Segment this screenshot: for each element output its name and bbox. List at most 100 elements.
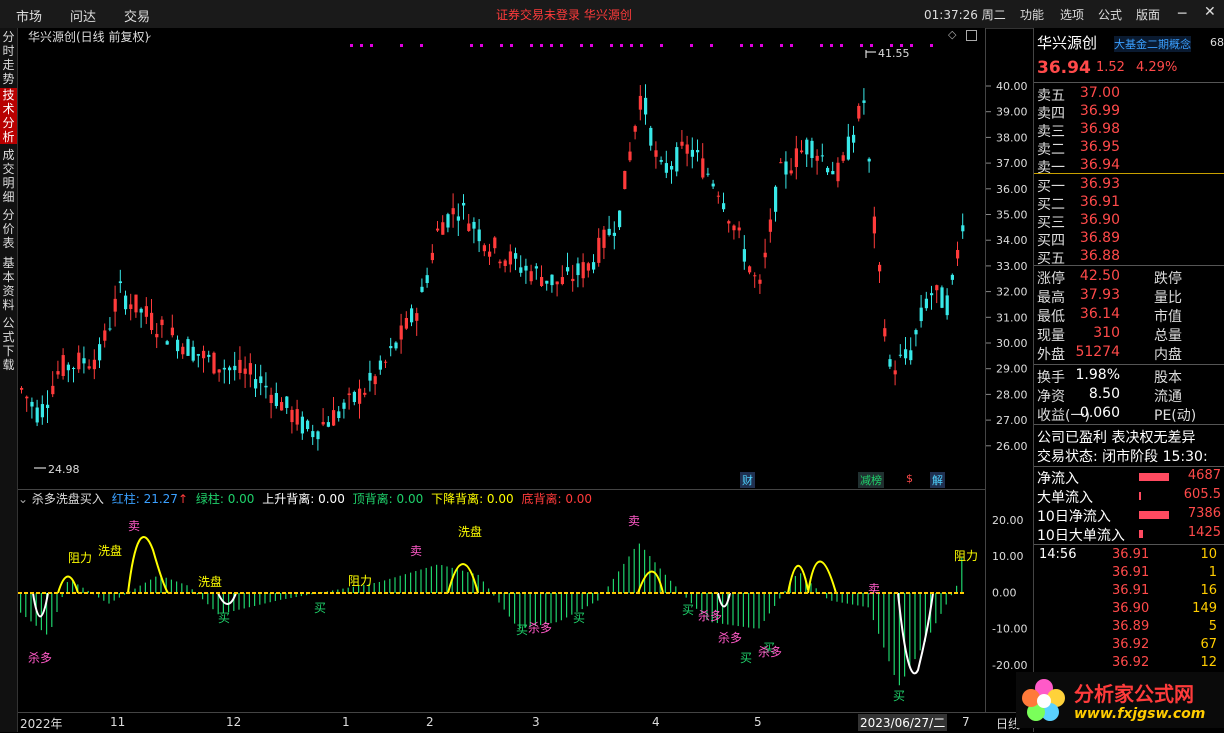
menu-layout[interactable]: 版面 (1136, 6, 1160, 23)
concept-tag[interactable]: 大基金二期概念 (1114, 36, 1191, 52)
chart-title[interactable]: 华兴源创(日线 前复权) (28, 28, 149, 45)
flow-bar (1139, 530, 1143, 538)
flow-row: 10日净流入7386 (1034, 506, 1224, 525)
maximize-icon[interactable] (966, 30, 977, 41)
candlestick-chart[interactable]: 41.55 24.98 华兴源创(日线 前复权) ⌄ ◇ 财 减榜 $ 解 (18, 28, 985, 488)
bid-label: 买四 (1037, 230, 1065, 250)
tab-formula-download[interactable]: 公式下载 (0, 316, 17, 372)
tab-basic-info[interactable]: 基本资料 (0, 256, 17, 312)
event-badge-finance[interactable]: 财 (740, 472, 755, 488)
menu-options[interactable]: 选项 (1060, 6, 1084, 23)
tab-technical[interactable]: 技术分析 (0, 88, 17, 144)
stat2-sub-label: 股本 (1154, 367, 1182, 387)
menu-trade[interactable]: 交易 (124, 6, 150, 25)
menu-market[interactable]: 市场 (16, 6, 42, 25)
date-label-year: 2022年 (20, 715, 63, 732)
legend-top-divergence: 顶背离: 0.00 (353, 492, 424, 506)
logo-name: 分析家公式网 (1074, 678, 1194, 707)
login-notice[interactable]: 证券交易未登录 华兴源创 (496, 6, 632, 23)
signal-label-buy: 买 (893, 689, 905, 703)
flow-label: 10日大单流入 (1037, 525, 1125, 545)
chevron-down-icon[interactable]: ⌄ (18, 492, 28, 506)
signal-label-kill: 杀多 (698, 608, 722, 623)
close-icon[interactable]: ✕ (1204, 4, 1216, 20)
company-note: 公司已盈利 表决权无差异 (1037, 427, 1195, 447)
signal-label-buy: 买 (314, 601, 326, 615)
stat-row[interactable]: 最高37.93量比 (1034, 287, 1224, 306)
diamond-icon[interactable]: ◇ (948, 28, 956, 41)
price-tick: 38.00 (996, 131, 1028, 144)
tick-row: 36.9212 (1034, 655, 1224, 673)
date-label-2: 2 (426, 715, 434, 729)
bid-row[interactable]: 买四36.89 (1034, 230, 1224, 249)
stat2-row[interactable]: 换手1.98%股本 (1034, 367, 1224, 386)
ask-row[interactable]: 卖四36.99 (1034, 103, 1224, 122)
clock: 01:37:26 周二 (924, 6, 1006, 23)
stat2-value: 1.98% (1076, 367, 1120, 383)
stat-sub-label: 市值 (1154, 306, 1182, 326)
signal-label-wash: 洗盘 (198, 574, 222, 589)
menu-function[interactable]: 功能 (1020, 6, 1044, 23)
signal-label-sell: 卖 (628, 514, 640, 528)
bid-price: 36.91 (1080, 194, 1120, 210)
stat-row[interactable]: 涨停42.50跌停 (1034, 268, 1224, 287)
stat-sub-label: 内盘 (1154, 344, 1182, 364)
bid-row[interactable]: 买二36.91 (1034, 194, 1224, 213)
event-badge-dividend[interactable]: $ (906, 472, 913, 485)
price-tick: 35.00 (996, 209, 1028, 222)
stat2-sub-label: 流通 (1154, 386, 1182, 406)
ask-label: 卖三 (1037, 121, 1065, 141)
event-badge-reduce[interactable]: 减榜 (858, 472, 884, 488)
legend-rise-divergence: 上升背离: 0.00 (262, 492, 345, 506)
indicator-chart[interactable]: 卖阻力阻力阻力洗盘洗盘洗盘卖卖卖买买买买买买买买杀多杀多杀多杀多杀多 ⌄ 杀多洗… (18, 489, 985, 712)
high-price-label: 41.55 (878, 47, 910, 60)
tab-intraday[interactable]: 分时走势 (0, 30, 17, 84)
signal-label-buy: 买 (516, 623, 528, 637)
flower-logo-icon (1018, 674, 1070, 726)
menu-formula[interactable]: 公式 (1098, 6, 1122, 23)
event-badge-unlock[interactable]: 解 (930, 472, 945, 488)
date-label-4: 4 (652, 715, 660, 729)
price-tick: 34.00 (996, 234, 1028, 247)
tick-price: 36.91 (1112, 583, 1149, 598)
date-label-7: 7 (962, 715, 970, 729)
stat-row[interactable]: 外盘51274内盘 (1034, 344, 1224, 363)
ask-label: 卖二 (1037, 139, 1065, 159)
ask-row[interactable]: 卖二36.95 (1034, 139, 1224, 158)
stat-row[interactable]: 现量310总量 (1034, 325, 1224, 344)
stat2-sub-label: PE(动) (1154, 405, 1196, 425)
signal-label-kill: 杀多 (758, 644, 782, 659)
stat2-label: 净资 (1037, 386, 1065, 406)
stat-sub-label: 量比 (1154, 287, 1182, 307)
stat-value: 51274 (1075, 344, 1120, 360)
ask-row[interactable]: 卖三36.98 (1034, 121, 1224, 140)
tab-price-table[interactable]: 分价表 (0, 208, 17, 252)
stat2-row[interactable]: 收益(一)0.060PE(动) (1034, 405, 1224, 424)
bid-price: 36.88 (1080, 248, 1120, 264)
stat-row[interactable]: 最低36.14市值 (1034, 306, 1224, 325)
date-cursor-label: 2023/06/27/二 (858, 714, 947, 731)
stock-name: 华兴源创 (1037, 32, 1097, 53)
stat2-row[interactable]: 净资 8.50 流通 (1034, 386, 1224, 405)
stat-label: 最低 (1037, 306, 1065, 326)
date-label-11: 11 (110, 715, 125, 729)
bid-row[interactable]: 买一36.93 (1034, 176, 1224, 195)
bid-price: 36.90 (1080, 212, 1120, 228)
indicator-svg[interactable]: 卖阻力阻力阻力洗盘洗盘洗盘卖卖卖买买买买买买买买杀多杀多杀多杀多杀多 (18, 490, 985, 712)
flow-label: 净流入 (1037, 468, 1079, 488)
stat2-value: 8.50 (1089, 386, 1120, 402)
chevron-down-icon[interactable]: ⌄ (144, 28, 153, 41)
candlestick-svg[interactable]: 41.55 24.98 (18, 28, 985, 488)
minimize-icon[interactable]: ─ (1178, 6, 1186, 22)
indicator-title[interactable]: 杀多洗盘买入 (32, 492, 104, 506)
signal-label-kill: 杀多 (28, 650, 52, 665)
flow-bar (1139, 473, 1169, 481)
tab-trade-detail[interactable]: 成交明细 (0, 148, 17, 204)
indicator-tick: -20.00 (992, 659, 1027, 672)
ask-row[interactable]: 卖五37.00 (1034, 85, 1224, 104)
menu-wenda[interactable]: 问达 (70, 6, 96, 25)
bid-row[interactable]: 买三36.90 (1034, 212, 1224, 231)
price-tick: 36.00 (996, 183, 1028, 196)
date-label-3: 3 (532, 715, 540, 729)
signal-label-buy: 买 (740, 651, 752, 665)
